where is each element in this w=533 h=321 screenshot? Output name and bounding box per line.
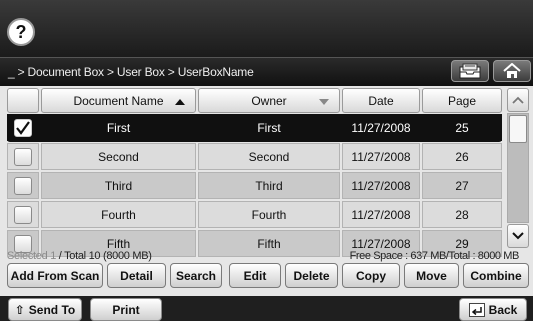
row-checkbox[interactable] — [14, 147, 32, 166]
detail-button[interactable]: Detail — [107, 263, 166, 288]
cell-date: 11/27/2008 — [342, 201, 420, 228]
vertical-scrollbar[interactable] — [507, 88, 529, 248]
document-table: Document Name Owner Date Page First Firs… — [7, 88, 502, 258]
breadcrumb: _ > Document Box > User Box > UserBoxNam… — [8, 65, 254, 79]
cell-owner: First — [198, 114, 340, 141]
combine-button[interactable]: Combine — [463, 263, 529, 288]
column-page[interactable]: Page — [422, 88, 502, 113]
copy-button[interactable]: Copy — [342, 263, 400, 288]
inbox-tray-icon — [459, 63, 481, 79]
cell-page: 28 — [422, 201, 502, 228]
table-row[interactable]: Third Third 11/27/2008 27 — [7, 172, 502, 200]
edit-button[interactable]: Edit — [229, 263, 281, 288]
cell-owner: Fourth — [198, 201, 340, 228]
selected-label: Selected — [7, 250, 48, 262]
selection-status: Selected 1 / Total 10 (8000 MB) — [7, 250, 152, 262]
add-from-scan-button[interactable]: Add From Scan — [7, 263, 103, 288]
chevron-down-icon — [512, 232, 524, 240]
free-space-status: Free Space : 637 MB/Total : 8000 MB — [349, 250, 520, 262]
cell-date: 11/27/2008 — [342, 143, 420, 170]
back-label: Back — [488, 302, 518, 317]
scroll-track[interactable] — [507, 113, 529, 223]
cell-document-name: First — [41, 114, 196, 141]
arrow-up-icon: ⇧ — [14, 302, 25, 317]
row-checkbox[interactable] — [14, 176, 32, 195]
column-document-name-label: Document Name — [73, 93, 164, 108]
column-owner-label: Owner — [251, 93, 287, 108]
scroll-down-button[interactable] — [507, 224, 529, 248]
back-arrow-icon — [468, 302, 485, 317]
home-button[interactable] — [493, 60, 531, 82]
total-status: / Total 10 (8000 MB) — [58, 250, 152, 262]
cell-date: 11/27/2008 — [342, 114, 420, 141]
cell-owner: Fifth — [198, 230, 340, 257]
cell-document-name: Third — [41, 172, 196, 199]
table-header: Document Name Owner Date Page — [7, 88, 502, 113]
delete-button[interactable]: Delete — [285, 263, 338, 288]
cell-owner: Second — [198, 143, 340, 170]
column-owner[interactable]: Owner — [198, 88, 340, 113]
checkmark-icon — [16, 120, 30, 135]
sort-ascending-icon — [175, 99, 185, 105]
column-date-label: Date — [368, 93, 394, 108]
search-button[interactable]: Search — [170, 263, 222, 288]
help-button[interactable]: ? — [7, 18, 35, 46]
cell-document-name: Second — [41, 143, 196, 170]
table-row[interactable]: Fourth Fourth 11/27/2008 28 — [7, 201, 502, 229]
scroll-thumb[interactable] — [509, 115, 527, 143]
row-checkbox[interactable] — [14, 205, 32, 224]
home-icon — [503, 63, 521, 78]
chevron-up-icon — [512, 96, 524, 104]
scroll-up-button[interactable] — [507, 88, 529, 112]
row-checkbox[interactable] — [14, 118, 32, 137]
top-bar: ? — [0, 0, 533, 57]
cell-date: 11/27/2008 — [342, 172, 420, 199]
print-button[interactable]: Print — [90, 298, 162, 321]
select-all-header[interactable] — [7, 88, 39, 113]
cell-document-name: Fourth — [41, 201, 196, 228]
cell-page: 25 — [422, 114, 502, 141]
selected-count: 1 — [50, 250, 57, 262]
table-row[interactable]: Second Second 11/27/2008 26 — [7, 143, 502, 171]
cell-owner: Third — [198, 172, 340, 199]
main-panel: Document Name Owner Date Page First Firs… — [0, 86, 533, 321]
move-button[interactable]: Move — [404, 263, 459, 288]
table-row[interactable]: First First 11/27/2008 25 — [7, 114, 502, 142]
sort-descending-icon — [319, 99, 329, 105]
column-page-label: Page — [447, 93, 477, 108]
cell-page: 27 — [422, 172, 502, 199]
column-document-name[interactable]: Document Name — [41, 88, 196, 113]
cell-page: 26 — [422, 143, 502, 170]
send-to-label: Send To — [28, 302, 76, 317]
send-to-button[interactable]: ⇧ Send To — [8, 298, 82, 321]
back-button[interactable]: Back — [459, 298, 527, 321]
inbox-tray-button[interactable] — [451, 60, 489, 82]
column-date[interactable]: Date — [342, 88, 420, 113]
